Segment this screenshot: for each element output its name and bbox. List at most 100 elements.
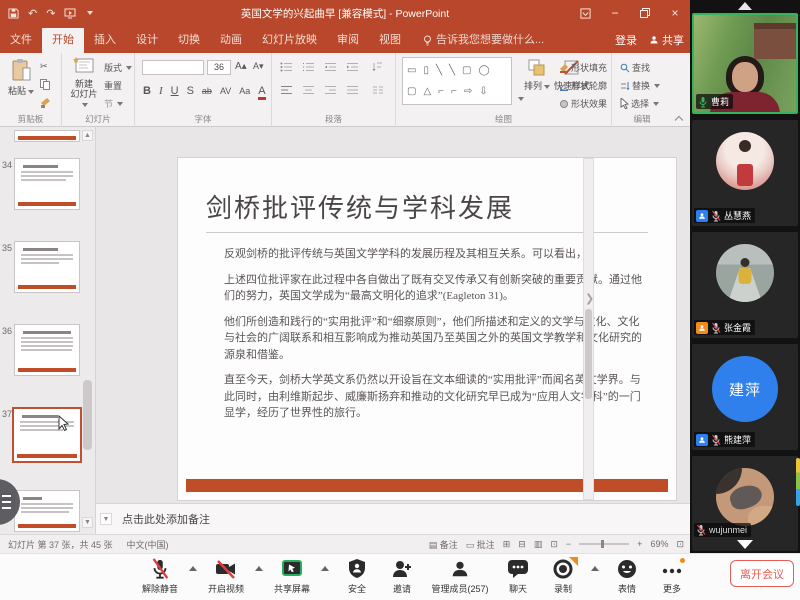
tab-file[interactable]: 文件 — [0, 28, 42, 53]
tab-transitions[interactable]: 切换 — [168, 28, 210, 53]
share-screen-button[interactable]: 共享屏幕 — [274, 558, 310, 595]
scroll-up-icon[interactable]: ▲ — [82, 130, 93, 141]
collapse-sidebar-icon[interactable] — [738, 2, 752, 10]
scroll-participants-down-icon[interactable] — [737, 540, 753, 549]
slideshow-icon[interactable] — [64, 8, 76, 19]
bullets-icon[interactable] — [280, 62, 293, 74]
view-slideshow-icon[interactable]: ⊡ — [550, 539, 558, 550]
slide-scrollbar[interactable] — [583, 158, 594, 500]
thumbnail-slide-38[interactable] — [14, 490, 80, 532]
scroll-down-icon[interactable]: ▼ — [82, 517, 93, 528]
zoom-in-icon[interactable]: + — [637, 539, 642, 549]
copy-button[interactable] — [40, 79, 50, 90]
restore-button[interactable] — [630, 0, 660, 26]
shape-line-icon[interactable]: ╲ — [436, 65, 442, 76]
notes-placeholder[interactable]: 点击此处添加备注 — [122, 511, 210, 527]
tab-review[interactable]: 审阅 — [327, 28, 369, 53]
change-case-button[interactable]: Aa — [239, 86, 250, 96]
align-center-icon[interactable] — [302, 85, 315, 97]
align-right-icon[interactable] — [324, 85, 337, 97]
thumbnail-slide-37-selected[interactable] — [12, 407, 82, 463]
thumbnail-partial-33[interactable] — [14, 130, 80, 142]
shape-elbow-icon[interactable]: ⌐ — [438, 86, 444, 97]
participant-tile[interactable]: 丛慧燕 — [692, 120, 798, 226]
section-button[interactable]: 节 — [104, 97, 123, 110]
share-button[interactable]: 共享 — [649, 32, 684, 48]
paste-button[interactable]: 粘贴 — [6, 58, 36, 96]
reset-button[interactable]: 重置 — [104, 79, 122, 92]
language-indicator[interactable]: 中文(中国) — [127, 538, 169, 551]
record-button[interactable]: 录制 — [546, 558, 580, 595]
shape-arrow-down-icon[interactable]: ⇩ — [479, 86, 487, 97]
participant-tile[interactable]: wujunmei — [692, 456, 798, 551]
participant-tile[interactable]: 张金霞 — [692, 232, 798, 338]
shape-arrow-line-icon[interactable]: ╲ — [449, 65, 455, 76]
indent-decrease-icon[interactable] — [324, 62, 337, 74]
manage-members-button[interactable]: 管理成员(257) — [430, 558, 490, 595]
tab-animations[interactable]: 动画 — [210, 28, 252, 53]
invite-button[interactable]: 邀请 — [385, 558, 419, 595]
notes-pane[interactable]: ▼ 点击此处添加备注 — [96, 503, 690, 534]
thumbnail-scrollbar[interactable]: ▲ ▼ — [82, 130, 93, 528]
shape-arrow-right-icon[interactable]: ⇨ — [464, 86, 472, 97]
participant-tile[interactable]: 建萍 熊建萍 — [692, 344, 798, 450]
thumbnail-slide-35[interactable] — [14, 241, 80, 293]
slide-canvas[interactable]: 剑桥批评传统与学科发展 反观剑桥的批评传统与英国文学学科的发展历程及其相互关系。… — [178, 158, 676, 500]
find-button[interactable]: 查找 — [620, 61, 650, 74]
shape-textbox-icon[interactable]: ▭ — [407, 65, 416, 76]
shape-outline-button[interactable]: 形状轮廓 — [559, 79, 607, 92]
ribbon-display-options-icon[interactable] — [570, 0, 600, 26]
zoom-out-icon[interactable]: − — [566, 539, 571, 549]
layout-button[interactable]: 版式 — [104, 61, 132, 74]
replace-button[interactable]: 替换 — [620, 79, 660, 92]
underline-button[interactable]: U — [171, 85, 179, 97]
italic-button[interactable]: I — [159, 85, 163, 97]
save-icon[interactable] — [8, 8, 19, 19]
scrollbar-thumb[interactable] — [83, 380, 92, 450]
view-normal-icon[interactable]: ⊞ — [503, 539, 511, 550]
shape-frame-icon[interactable]: ▯ — [423, 65, 429, 76]
undo-icon[interactable]: ↶ — [28, 7, 37, 20]
justify-icon[interactable] — [346, 85, 359, 97]
unmute-button[interactable]: 解除静音 — [142, 558, 178, 595]
view-reading-icon[interactable]: ▥ — [534, 539, 543, 550]
leave-meeting-button[interactable]: 离开会议 — [730, 560, 794, 587]
tab-home[interactable]: 开始 — [42, 28, 84, 53]
strikethrough-button[interactable]: ab — [202, 86, 212, 96]
thumbnail-slide-36[interactable] — [14, 324, 80, 376]
scrollbar-thumb[interactable] — [585, 309, 592, 399]
thumbnail-slide-34[interactable] — [14, 158, 80, 210]
minimize-button[interactable]: − — [600, 0, 630, 26]
sidebar-expand-handle[interactable]: ❯ — [585, 292, 594, 305]
char-spacing-button[interactable]: AV — [220, 86, 231, 96]
video-options-icon[interactable] — [255, 566, 263, 571]
shape-fill-button[interactable]: 形状填充 — [559, 61, 607, 74]
tab-view[interactable]: 视图 — [369, 28, 411, 53]
arrange-button[interactable]: 排列 — [524, 59, 550, 91]
share-options-icon[interactable] — [321, 566, 329, 571]
start-video-button[interactable]: 开启视频 — [208, 558, 244, 595]
collapse-ribbon-icon[interactable] — [674, 114, 684, 124]
tell-me-box[interactable]: 告诉我您想要做什么... — [423, 28, 544, 53]
record-options-icon[interactable] — [591, 566, 599, 571]
tab-design[interactable]: 设计 — [126, 28, 168, 53]
shape-square-icon[interactable]: ▢ — [407, 86, 416, 97]
notes-toggle[interactable]: ▤ 备注 — [429, 538, 458, 551]
qat-customize-icon[interactable] — [87, 11, 93, 15]
shape-triangle-icon[interactable]: △ — [423, 86, 431, 97]
shape-rect-icon[interactable]: ▢ — [462, 65, 471, 76]
view-sorter-icon[interactable]: ⊟ — [518, 539, 526, 550]
tab-slideshow[interactable]: 幻灯片放映 — [252, 28, 327, 53]
close-button[interactable]: × — [660, 0, 690, 26]
shadow-button[interactable]: S — [187, 85, 194, 97]
fit-to-window-icon[interactable]: ⊡ — [676, 539, 684, 550]
font-size-input[interactable]: 36 — [207, 60, 231, 75]
shape-elbow2-icon[interactable]: ⌐ — [451, 86, 457, 97]
numbering-icon[interactable] — [302, 62, 315, 74]
more-button[interactable]: 更多 — [655, 558, 689, 595]
participant-tile-active-speaker[interactable]: 曹莉 — [692, 13, 798, 114]
align-left-icon[interactable] — [280, 85, 293, 97]
shrink-font-button[interactable]: A▾ — [253, 61, 264, 72]
font-color-button[interactable]: A — [258, 86, 265, 100]
cut-button[interactable]: ✂ — [40, 61, 48, 72]
